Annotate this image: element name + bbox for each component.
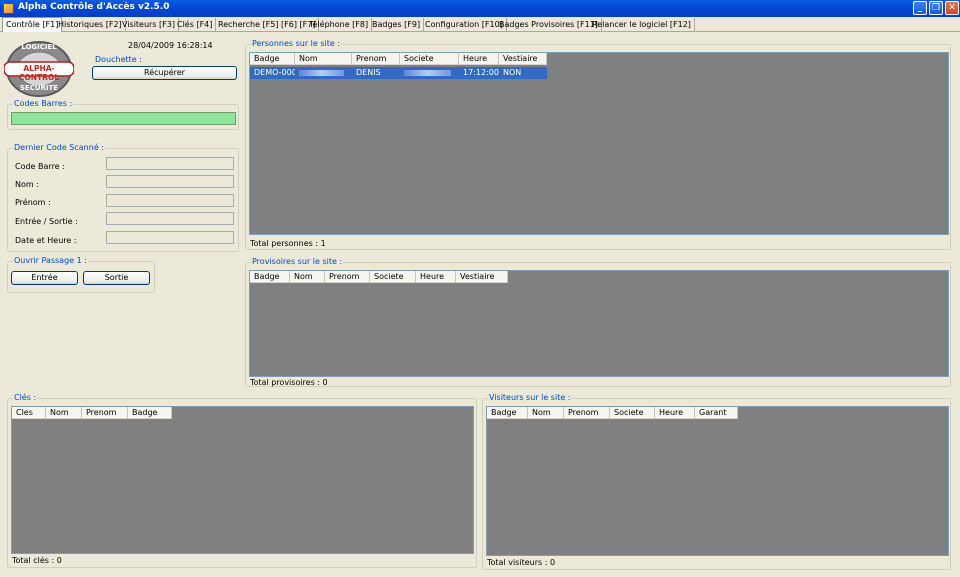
douchette-group: Douchette : Récupérer: [89, 55, 239, 82]
column-header[interactable]: Vestiaire: [499, 53, 547, 65]
column-header[interactable]: Societe: [400, 53, 459, 65]
close-button[interactable]: ✕: [945, 1, 959, 15]
tab-telephone[interactable]: Téléphone [F8]: [306, 18, 373, 32]
tab-historiques[interactable]: Historiques [F2]: [55, 18, 126, 32]
column-header[interactable]: Prenom: [325, 271, 370, 283]
tab-badges[interactable]: Badges [F9]: [369, 18, 425, 32]
tab-bar: Contrôle [F1] Historiques [F2] Visiteurs…: [0, 17, 960, 32]
logo-bottom-text: SECURITE: [19, 84, 59, 92]
nom-field: [106, 175, 234, 188]
cles-group: Clés : Cles Nom Prenom Badge Total clés …: [7, 393, 477, 568]
total-provisoires: Total provisoires : 0: [250, 378, 328, 387]
visiteurs-list-header: Badge Nom Prenom Societe Heure Garant: [487, 407, 738, 419]
provisoires-group: Provisoires sur le site : Badge Nom Pren…: [245, 257, 951, 387]
column-header[interactable]: Heure: [655, 407, 695, 419]
column-header[interactable]: Nom: [290, 271, 325, 283]
date-heure-field: [106, 231, 234, 244]
entree-sortie-label: Entrée / Sortie :: [15, 217, 78, 226]
badge-cell: DEMO-0002: [254, 68, 295, 77]
tab-cles[interactable]: Clés [F4]: [174, 18, 217, 32]
minimize-button[interactable]: _: [913, 1, 927, 15]
column-header[interactable]: Cles: [12, 407, 46, 419]
column-header[interactable]: Prenom: [564, 407, 610, 419]
tab-controle[interactable]: Contrôle [F1]: [2, 17, 63, 32]
personnes-group: Personnes sur le site : Badge Nom Prenom…: [245, 39, 951, 250]
logo-middle-text: ALPHA-CONTROL: [18, 64, 60, 82]
personnes-list-header: Badge Nom Prenom Societe Heure Vestiaire: [250, 53, 547, 65]
logo-top-text: LOGICIEL: [21, 43, 57, 51]
title-bar: Alpha Contrôle d'Accès v2.5.0 _ ❐ ✕: [0, 0, 960, 17]
prenom-label: Prénom :: [15, 198, 51, 207]
total-cles: Total clés : 0: [12, 556, 62, 565]
code-barre-field: [106, 157, 234, 170]
maximize-button[interactable]: ❐: [929, 1, 943, 15]
column-header[interactable]: Nom: [295, 53, 352, 65]
societe-cell-redacted: [400, 67, 459, 79]
vestiaire-cell: NON: [503, 68, 522, 77]
code-barre-label: Code Barre :: [15, 162, 65, 171]
window-title: Alpha Contrôle d'Accès v2.5.0: [18, 2, 170, 12]
column-header[interactable]: Garant: [695, 407, 738, 419]
codes-barres-input[interactable]: [11, 112, 236, 125]
cles-list-header: Cles Nom Prenom Badge: [12, 407, 172, 419]
entree-button[interactable]: Entrée: [11, 271, 78, 285]
ouvrir-passage-group: Ouvrir Passage 1 : Entrée Sortie: [7, 256, 155, 293]
tab-recherche[interactable]: Recherche [F5] [F6] [F7]: [215, 18, 320, 32]
column-header[interactable]: Nom: [528, 407, 564, 419]
dernier-code-group: Dernier Code Scanné : Code Barre : Nom :…: [7, 143, 239, 252]
total-personnes: Total personnes : 1: [250, 239, 326, 248]
douchette-label: Douchette :: [94, 55, 143, 64]
provisoires-list[interactable]: Badge Nom Prenom Societe Heure Vestiaire: [249, 270, 949, 377]
visiteurs-label: Visiteurs sur le site :: [488, 393, 572, 402]
prenom-field: [106, 194, 234, 207]
provisoires-label: Provisoires sur le site :: [251, 257, 344, 266]
nom-cell-redacted: [295, 67, 352, 79]
column-header[interactable]: Prenom: [82, 407, 128, 419]
visiteurs-group: Visiteurs sur le site : Badge Nom Prenom…: [482, 393, 951, 570]
personnes-list[interactable]: Badge Nom Prenom Societe Heure Vestiaire…: [249, 52, 949, 235]
column-header[interactable]: Heure: [416, 271, 456, 283]
tab-configuration[interactable]: Configuration [F10]: [422, 18, 507, 32]
current-datetime: 28/04/2009 16:28:14: [128, 41, 213, 50]
recuperer-button[interactable]: Récupérer: [92, 66, 237, 80]
date-heure-label: Date et Heure :: [15, 236, 77, 245]
table-row[interactable]: DEMO-0002 DENIS 17:12:00 NON: [250, 67, 547, 79]
sortie-button[interactable]: Sortie: [83, 271, 150, 285]
column-header[interactable]: Badge: [250, 53, 295, 65]
column-header[interactable]: Prenom: [352, 53, 400, 65]
column-header[interactable]: Badge: [128, 407, 172, 419]
column-header[interactable]: Nom: [46, 407, 82, 419]
column-header[interactable]: Heure: [459, 53, 499, 65]
app-icon: [3, 3, 14, 14]
dernier-code-label: Dernier Code Scanné :: [13, 143, 105, 152]
total-visiteurs: Total visiteurs : 0: [487, 558, 556, 567]
prenom-cell: DENIS: [356, 68, 381, 77]
visiteurs-list[interactable]: Badge Nom Prenom Societe Heure Garant: [486, 406, 949, 556]
column-header[interactable]: Societe: [370, 271, 416, 283]
tab-badges-provisoires[interactable]: Badges Provisoires [F11]: [496, 18, 602, 32]
heure-cell: 17:12:00: [463, 68, 499, 77]
cles-list[interactable]: Cles Nom Prenom Badge: [11, 406, 474, 554]
entree-sortie-field: [106, 212, 234, 225]
column-header[interactable]: Badge: [250, 271, 290, 283]
column-header[interactable]: Vestiaire: [456, 271, 508, 283]
alpha-control-logo: LOGICIEL ALPHA-CONTROL SECURITE: [3, 40, 75, 98]
codes-barres-group: Codes Barres :: [7, 99, 239, 130]
tab-relancer[interactable]: Relancer le logiciel [F12]: [589, 18, 695, 32]
nom-label: Nom :: [15, 180, 39, 189]
cles-label: Clés :: [13, 393, 38, 402]
provisoires-list-header: Badge Nom Prenom Societe Heure Vestiaire: [250, 271, 508, 283]
column-header[interactable]: Societe: [610, 407, 655, 419]
ouvrir-passage-label: Ouvrir Passage 1 :: [13, 256, 88, 265]
tab-visiteurs[interactable]: Visiteurs [F3]: [119, 18, 179, 32]
codes-barres-label: Codes Barres :: [13, 99, 74, 108]
personnes-label: Personnes sur le site :: [251, 39, 342, 48]
column-header[interactable]: Badge: [487, 407, 528, 419]
